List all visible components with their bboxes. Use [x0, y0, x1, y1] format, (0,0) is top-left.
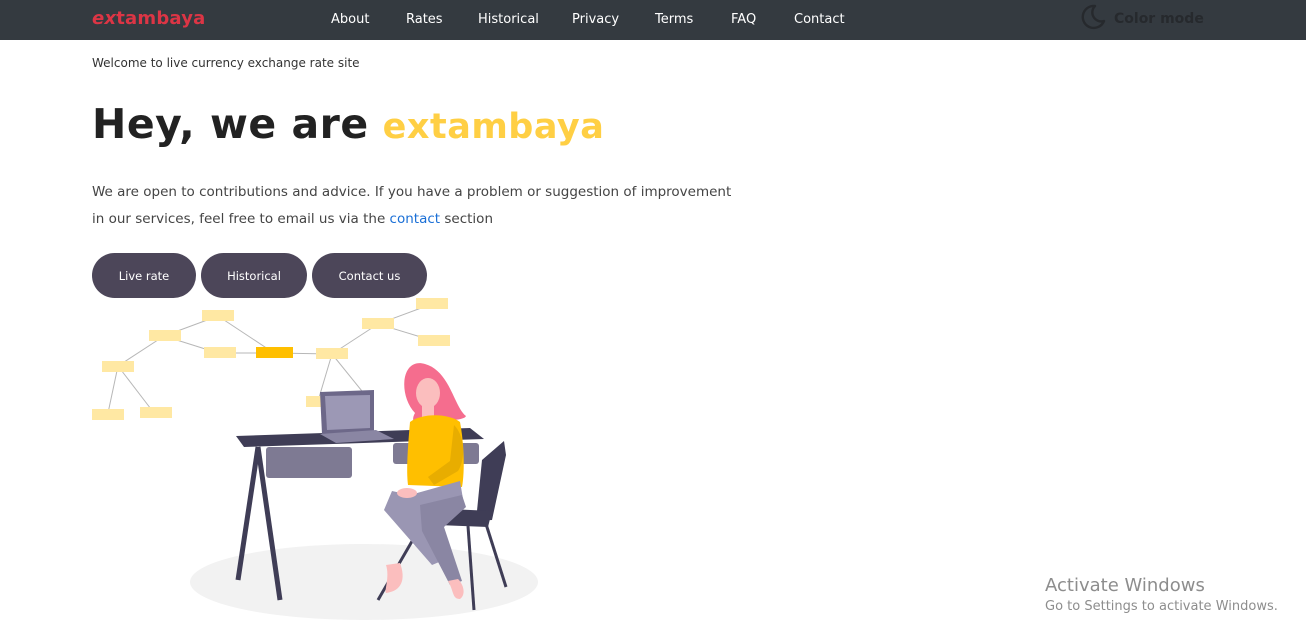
welcome-text: Welcome to live currency exchange rate s…: [92, 56, 360, 70]
brand-suffix: tambaya: [116, 8, 206, 29]
hero-illustration: [92, 298, 538, 620]
navbar: extambaya About Rates Historical Privacy…: [0, 0, 1306, 40]
historical-button[interactable]: Historical: [201, 253, 307, 298]
windows-activation-watermark: Activate Windows Go to Settings to activ…: [1045, 575, 1278, 614]
description-tail: section: [444, 211, 493, 227]
brand-logo[interactable]: extambaya: [92, 8, 205, 29]
watermark-title: Activate Windows: [1045, 575, 1205, 596]
watermark-subtitle: Go to Settings to activate Windows.: [1045, 599, 1278, 614]
hero-prefix: Hey, we are: [92, 100, 369, 148]
nav-link-about[interactable]: About: [331, 12, 369, 27]
live-rate-button[interactable]: Live rate: [92, 253, 196, 298]
moon-icon: [1080, 4, 1106, 34]
nav-link-historical[interactable]: Historical: [478, 12, 539, 27]
nav-link-faq[interactable]: FAQ: [731, 12, 756, 27]
nav-link-terms[interactable]: Terms: [655, 12, 693, 27]
nav-link-privacy[interactable]: Privacy: [572, 12, 619, 27]
nav-link-contact[interactable]: Contact: [794, 12, 845, 27]
color-mode-toggle[interactable]: Color mode: [1080, 4, 1204, 34]
mind-map-diagram: [92, 298, 450, 420]
contact-us-button[interactable]: Contact us: [312, 253, 427, 298]
laptop: [320, 390, 394, 443]
nav-link-rates[interactable]: Rates: [406, 12, 443, 27]
hero-brand: extambaya: [382, 107, 605, 147]
hero-heading: Hey, we are extambaya: [92, 100, 604, 148]
description: We are open to contributions and advice.…: [92, 179, 732, 233]
color-mode-label: Color mode: [1114, 11, 1204, 27]
brand-prefix: ex: [92, 8, 117, 29]
contact-link[interactable]: contact: [390, 211, 441, 227]
